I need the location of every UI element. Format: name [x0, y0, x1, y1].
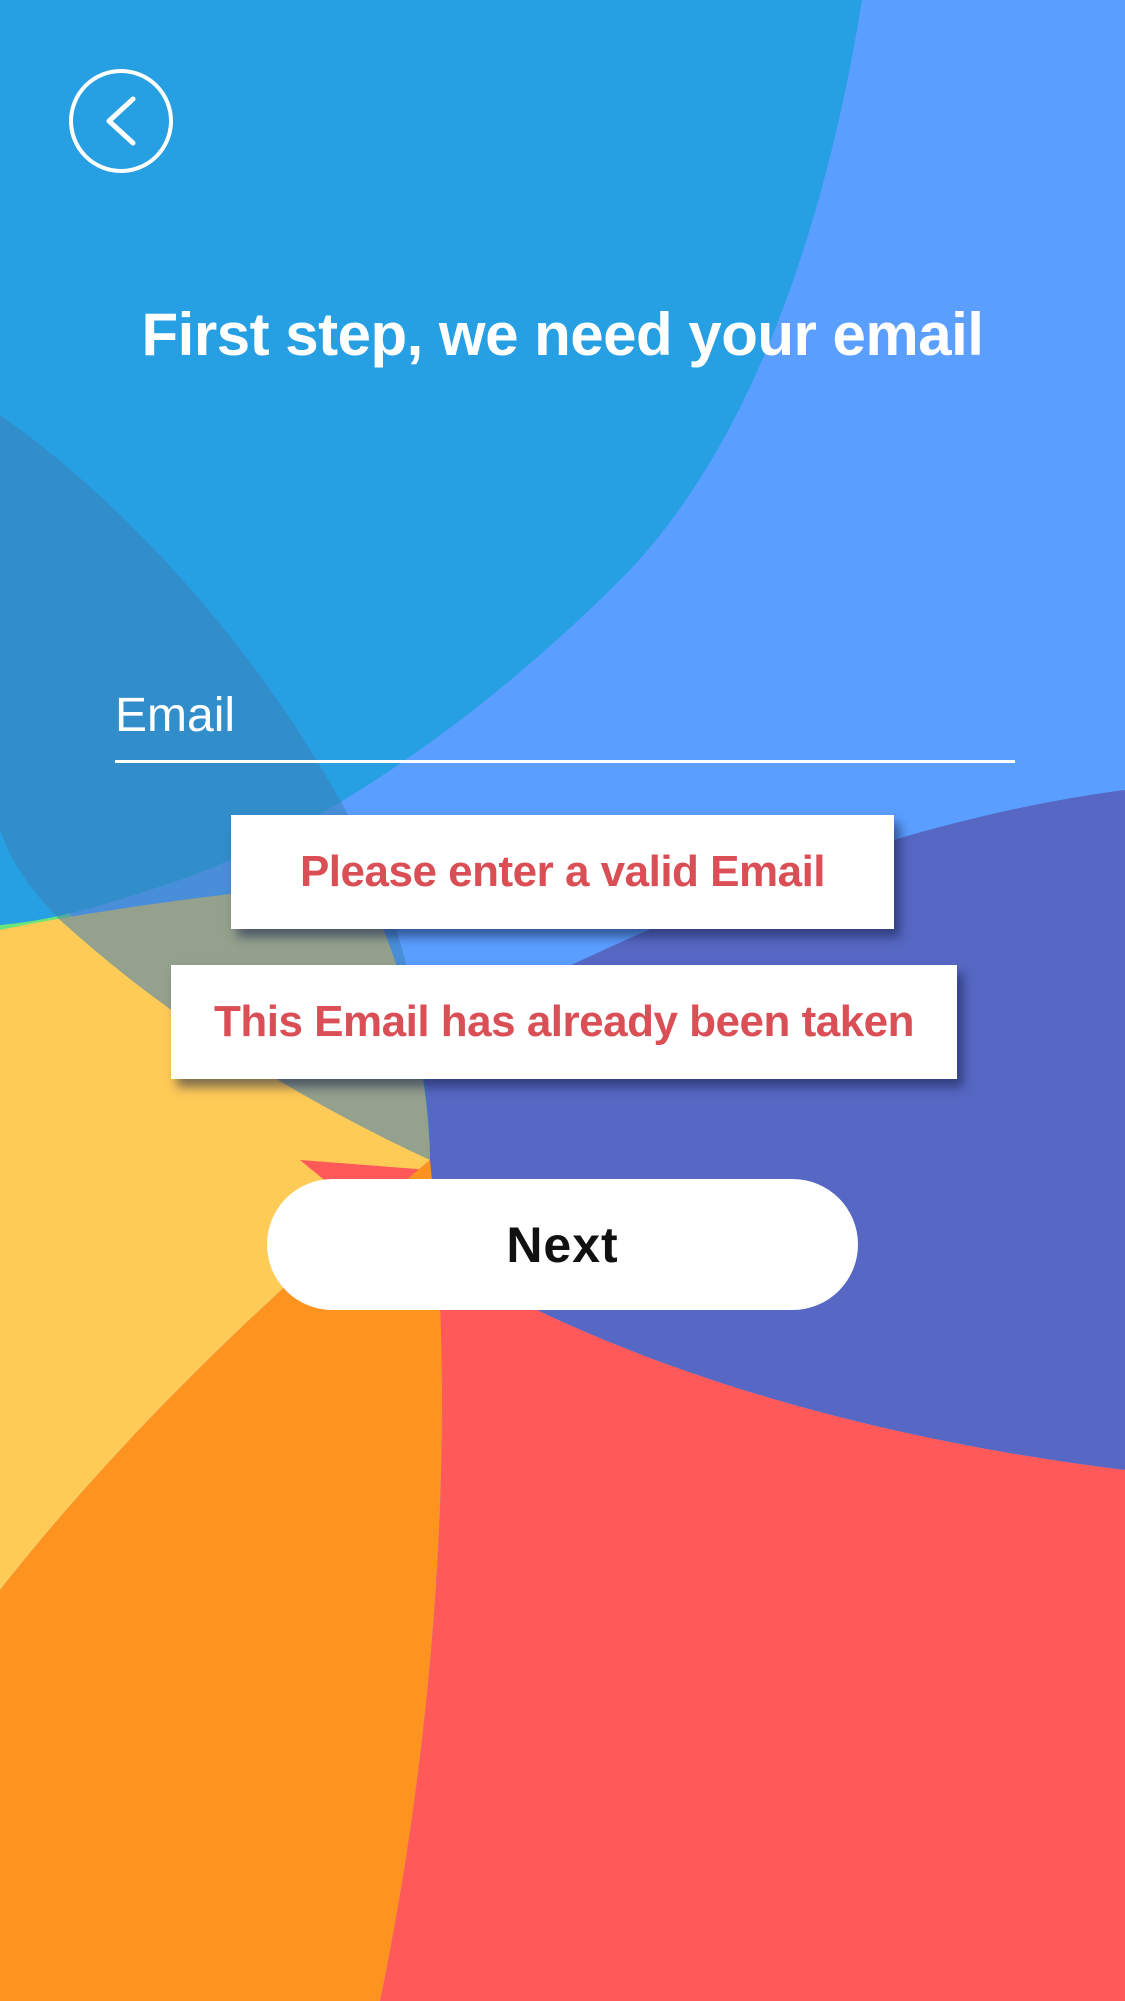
back-button[interactable]	[69, 69, 173, 173]
page-title: First step, we need your email	[141, 301, 984, 368]
invalid-email-error: Please enter a valid Email	[231, 815, 894, 929]
chevron-left-icon	[106, 96, 136, 146]
email-input[interactable]	[115, 670, 1015, 760]
email-field[interactable]	[115, 670, 1015, 763]
next-button[interactable]: Next	[267, 1179, 858, 1310]
email-taken-error: This Email has already been taken	[171, 965, 957, 1079]
signup-email-screen: First step, we need your email Please en…	[0, 0, 1125, 2001]
